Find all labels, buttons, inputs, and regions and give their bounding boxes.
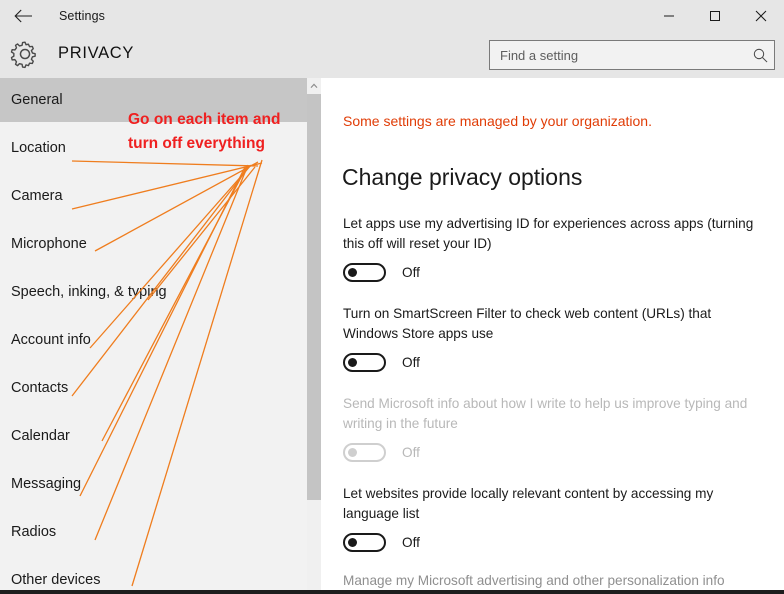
sidebar-item-contacts[interactable]: Contacts: [0, 366, 307, 410]
option-label: Send Microsoft info about how I write to…: [343, 396, 748, 431]
toggle-knob: [348, 448, 357, 457]
sidebar-item-label: Calendar: [11, 428, 70, 444]
sidebar-nav: General Location Camera Microphone Speec…: [0, 78, 307, 594]
sidebar-item-label: Microphone: [11, 236, 87, 252]
sidebar-item-label: Location: [11, 140, 66, 156]
toggle-row: Off: [343, 263, 767, 282]
search-icon[interactable]: [746, 41, 774, 69]
toggle-knob: [348, 358, 357, 367]
gear-icon: [10, 39, 40, 69]
smartscreen-toggle[interactable]: [343, 353, 386, 372]
sidebar-item-camera[interactable]: Camera: [0, 174, 307, 218]
title-bar: Settings: [0, 0, 784, 32]
option-label: Let websites provide locally relevant co…: [343, 486, 714, 521]
sidebar-item-radios[interactable]: Radios: [0, 510, 307, 554]
toggle-row: Off: [343, 353, 767, 372]
sidebar-item-label: Other devices: [11, 572, 101, 588]
page-title: PRIVACY: [58, 44, 135, 62]
section-title: Change privacy options: [342, 164, 583, 190]
typing-info-toggle: [343, 443, 386, 462]
sidebar-item-microphone[interactable]: Microphone: [0, 222, 307, 266]
sidebar-item-calendar[interactable]: Calendar: [0, 414, 307, 458]
toggle-row: Off: [343, 533, 767, 552]
option-label: Turn on SmartScreen Filter to check web …: [343, 306, 712, 341]
main-content: Some settings are managed by your organi…: [321, 78, 784, 594]
sidebar-item-label: Account info: [11, 332, 91, 348]
sidebar-item-label: Radios: [11, 524, 57, 540]
close-button[interactable]: [738, 0, 784, 32]
advertising-id-toggle[interactable]: [343, 263, 386, 282]
option-typing-info: Send Microsoft info about how I write to…: [343, 394, 767, 462]
option-advertising-id: Let apps use my advertising ID for exper…: [343, 214, 767, 282]
sidebar-item-other-devices[interactable]: Other devices: [0, 558, 307, 594]
option-label: Let apps use my advertising ID for exper…: [343, 216, 754, 251]
toggle-knob: [348, 268, 357, 277]
back-button[interactable]: [0, 0, 46, 32]
organization-notice: Some settings are managed by your organi…: [343, 113, 652, 129]
toggle-knob: [348, 538, 357, 547]
toggle-state-label: Off: [402, 445, 420, 460]
sidebar-item-label: General: [11, 92, 63, 108]
chevron-up-icon[interactable]: [307, 78, 321, 94]
toggle-row: Off: [343, 443, 767, 462]
option-smartscreen-filter: Turn on SmartScreen Filter to check web …: [343, 304, 767, 372]
search-input[interactable]: [490, 41, 746, 69]
language-list-toggle[interactable]: [343, 533, 386, 552]
app-title: Settings: [59, 9, 105, 23]
sidebar-item-label: Speech, inking, & typing: [11, 284, 167, 300]
sidebar-item-general[interactable]: General: [0, 78, 307, 122]
maximize-button[interactable]: [692, 0, 738, 32]
toggle-state-label: Off: [402, 265, 420, 280]
sidebar-scrollbar[interactable]: [307, 78, 321, 594]
settings-window: Settings PRIVACY Find a setting General …: [0, 0, 784, 594]
scrollbar-thumb[interactable]: [307, 94, 321, 500]
page-header: PRIVACY: [0, 32, 784, 78]
toggle-state-label: Off: [402, 535, 420, 550]
sidebar-item-speech[interactable]: Speech, inking, & typing: [0, 270, 307, 314]
sidebar-item-label: Messaging: [11, 476, 82, 492]
minimize-button[interactable]: [646, 0, 692, 32]
toggle-state-label: Off: [402, 355, 420, 370]
sidebar-item-location[interactable]: Location: [0, 126, 307, 170]
sidebar-item-messaging[interactable]: Messaging: [0, 462, 307, 506]
sidebar-item-account-info[interactable]: Account info: [0, 318, 307, 362]
search-box[interactable]: [489, 40, 775, 70]
sidebar-item-label: Contacts: [11, 380, 69, 396]
option-language-list: Let websites provide locally relevant co…: [343, 484, 767, 552]
sidebar-item-label: Camera: [11, 188, 63, 204]
window-controls: [646, 0, 784, 32]
bottom-edge-rule: [0, 590, 784, 594]
manage-advertising-link[interactable]: Manage my Microsoft advertising and othe…: [343, 573, 725, 588]
